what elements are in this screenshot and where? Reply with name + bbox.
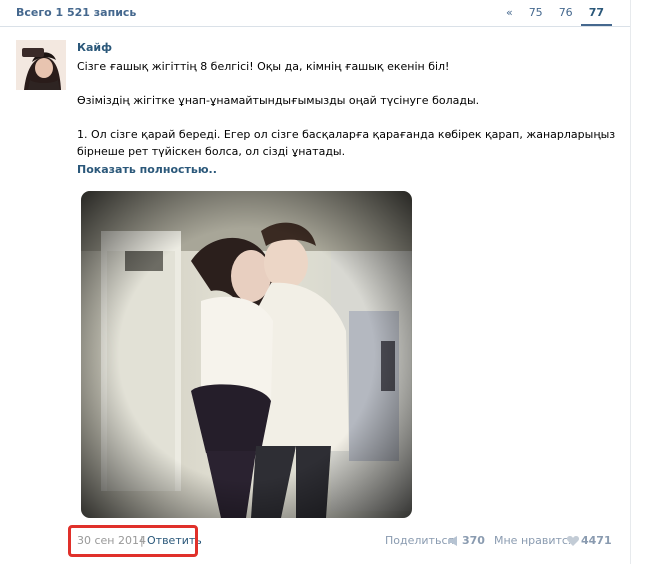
post-photo[interactable] <box>81 191 412 518</box>
show-more-link[interactable]: Показать полностью.. <box>77 163 217 176</box>
like-button[interactable]: Мне нравится <box>494 534 575 547</box>
page-75-link[interactable]: 75 <box>521 0 551 26</box>
heart-icon[interactable] <box>566 536 580 549</box>
post-text: Сізге ғашық жігіттің 8 белгісі! Оқы да, … <box>77 58 617 177</box>
page-76-link[interactable]: 76 <box>551 0 581 26</box>
wall: Всего 1 521 запись « 75 76 77 Кайф Сізге… <box>0 0 631 564</box>
post-paragraph: Өзіміздің жігітке ұнап-ұнамайтындығымызд… <box>77 94 480 107</box>
page-first-link[interactable]: « <box>498 0 521 26</box>
share-count[interactable]: 370 <box>462 534 485 547</box>
posts-count: Всего 1 521 запись <box>16 6 137 19</box>
post-author[interactable]: Кайф <box>77 41 112 54</box>
highlight-box <box>68 525 198 557</box>
avatar[interactable] <box>16 40 66 90</box>
pagination: « 75 76 77 <box>498 0 612 26</box>
page-current[interactable]: 77 <box>580 0 612 26</box>
post-paragraph: 1. Ол сізге қарай береді. Егер ол сізге … <box>77 128 616 158</box>
like-count[interactable]: 4471 <box>581 534 612 547</box>
wall-header: Всего 1 521 запись « 75 76 77 <box>0 0 630 27</box>
megaphone-icon[interactable] <box>447 536 459 549</box>
post-paragraph: Сізге ғашық жігіттің 8 белгісі! Оқы да, … <box>77 60 450 73</box>
share-button[interactable]: Поделиться <box>385 534 454 547</box>
